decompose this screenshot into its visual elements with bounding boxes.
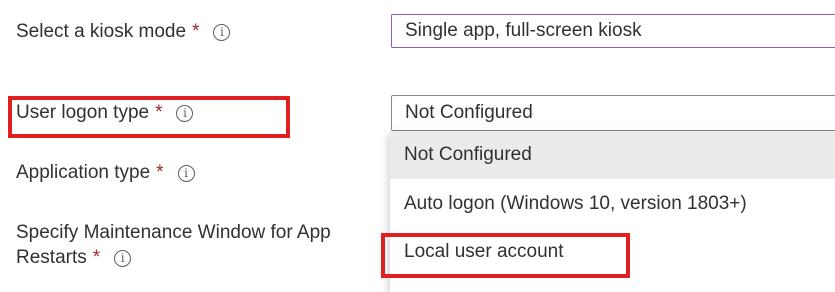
kiosk-mode-label-text: Select a kiosk mode [16, 21, 187, 42]
maintenance-window-label-line2: Restarts * i [16, 245, 132, 271]
kiosk-mode-label: Select a kiosk mode * i [16, 19, 231, 45]
user-logon-type-label: User logon type * i [16, 100, 194, 126]
user-logon-type-value: Not Configured [405, 102, 533, 123]
info-icon[interactable]: i [114, 250, 132, 267]
maintenance-window-label-text: Restarts [16, 247, 87, 268]
dropdown-option-auto-logon[interactable]: Auto logon (Windows 10, version 1803+) [390, 181, 835, 227]
info-icon[interactable]: i [177, 165, 195, 182]
application-type-label: Application type * i [16, 160, 195, 186]
application-type-label-text: Application type [16, 162, 151, 183]
maintenance-window-label-line1: Specify Maintenance Window for App [16, 222, 331, 243]
info-icon[interactable]: i [176, 105, 194, 122]
required-asterisk: * [92, 247, 101, 268]
dropdown-option-not-configured[interactable]: Not Configured [390, 131, 835, 179]
kiosk-mode-select[interactable]: Single app, full-screen kiosk [391, 14, 835, 48]
kiosk-mode-value: Single app, full-screen kiosk [405, 20, 642, 41]
info-icon[interactable]: i [213, 24, 231, 41]
user-logon-type-dropdown: Not Configured Auto logon (Windows 10, v… [390, 131, 835, 292]
user-logon-type-label-text: User logon type [16, 102, 150, 123]
dropdown-option-local-user-account[interactable]: Local user account [390, 229, 835, 275]
required-asterisk: * [155, 102, 163, 123]
required-asterisk: * [156, 162, 164, 183]
required-asterisk: * [192, 21, 200, 42]
user-logon-type-select[interactable]: Not Configured [391, 95, 835, 131]
